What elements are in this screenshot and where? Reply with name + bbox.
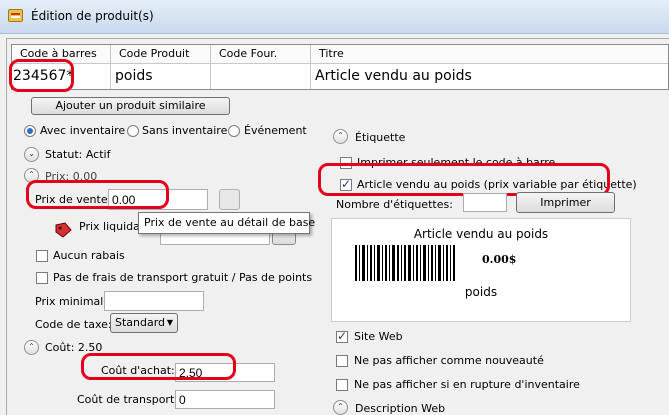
tax-code-value: Standard (115, 316, 166, 329)
no-free-shipping-checkbox[interactable] (36, 272, 48, 284)
chevron-up-icon[interactable]: ⌃ (24, 340, 39, 355)
add-similar-product-button[interactable]: Ajouter un produit similaire (31, 97, 230, 115)
radio-with-inventory-label: Avec inventaire (40, 124, 126, 137)
label-count-label: Nombre d'étiquettes: (336, 198, 453, 211)
no-free-shipping-label: Pas de frais de transport gratuit / Pas … (53, 271, 313, 284)
preview-price: 0.00$ (482, 253, 517, 266)
transport-cost-label: Coût de transport: (77, 393, 178, 406)
chevron-up-icon[interactable]: ⌃ (333, 400, 348, 415)
not-new-label: Ne pas afficher comme nouveauté (354, 354, 544, 367)
no-discount-checkbox[interactable] (36, 250, 48, 262)
not-out-of-stock-label: Ne pas afficher si en rupture d'inventai… (354, 378, 580, 391)
radio-with-inventory[interactable] (24, 125, 36, 137)
barcode-icon (355, 245, 455, 281)
radio-without-inventory[interactable] (127, 125, 139, 137)
highlight-purchase-cost (81, 353, 236, 380)
min-price-input[interactable] (104, 291, 204, 311)
radio-event-label: Événement (244, 124, 307, 137)
min-price-label: Prix minimal: (35, 295, 108, 308)
chevron-down-icon[interactable]: ⌄ (24, 147, 39, 162)
highlight-sale-price (26, 180, 169, 209)
preview-code: poids (464, 285, 498, 299)
tax-code-select[interactable]: Standard ▼ (110, 313, 178, 333)
not-new-checkbox[interactable] (336, 355, 348, 367)
calculator-icon[interactable] (219, 189, 240, 210)
label-preview: Article vendu au poids 0.00$ poids (331, 218, 631, 322)
radio-event[interactable] (228, 125, 240, 137)
column-header-supplier-code[interactable]: Code Four. (211, 45, 311, 64)
price-tag-icon (53, 220, 73, 240)
tooltip: Prix de vente au détail de base (138, 212, 315, 234)
not-out-of-stock-checkbox[interactable] (336, 379, 348, 391)
status-label: Statut: Actif (45, 148, 111, 161)
print-button[interactable]: Imprimer (516, 192, 615, 213)
window-title: Édition de produit(s) (31, 9, 154, 23)
label-section-title: Étiquette (355, 131, 406, 144)
cell-title[interactable]: Article vendu au poids (311, 64, 668, 89)
no-discount-label: Aucun rabais (53, 249, 125, 262)
cell-product-code[interactable]: poids (111, 64, 211, 89)
transport-cost-input[interactable] (175, 390, 275, 409)
title-bar: Édition de produit(s) (0, 0, 669, 34)
label-count-input[interactable] (463, 193, 507, 212)
preview-title: Article vendu au poids (413, 227, 549, 241)
liquidation-price-label: Prix liquidat (79, 220, 145, 233)
tax-code-label: Code de taxe: (35, 318, 112, 331)
site-web-checkbox[interactable] (336, 329, 348, 343)
highlight-barcode (9, 59, 74, 92)
site-web-label: Site Web (354, 330, 403, 343)
chevron-up-icon[interactable]: ⌃ (333, 129, 348, 144)
column-header-title[interactable]: Titre (311, 45, 668, 64)
chevron-down-icon: ▼ (166, 318, 173, 327)
web-description-label: Description Web (355, 402, 446, 415)
radio-without-inventory-label: Sans inventaire (142, 124, 228, 137)
app-icon (8, 9, 23, 22)
cell-supplier-code[interactable] (211, 64, 311, 89)
product-grid[interactable]: Code à barres Code Produit Code Four. Ti… (11, 44, 669, 90)
column-header-product-code[interactable]: Code Produit (111, 45, 211, 64)
